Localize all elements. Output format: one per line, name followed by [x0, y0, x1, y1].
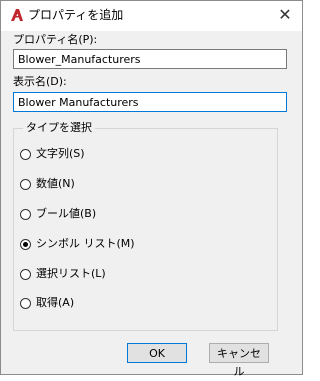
dialog-title: プロパティを追加 [28, 8, 124, 22]
radio-selection-list[interactable]: 選択リスト(L) [20, 266, 106, 282]
radio-retrieve[interactable]: 取得(A) [20, 295, 74, 311]
property-name-label: プロパティ名(P): [13, 33, 98, 46]
close-icon: ✕ [278, 5, 292, 24]
radio-label: 数値(N) [36, 177, 75, 190]
radio-string[interactable]: 文字列(S) [20, 146, 85, 162]
close-button[interactable]: ✕ [274, 4, 296, 26]
ok-button[interactable]: OK [127, 343, 187, 363]
radio-number[interactable]: 数値(N) [20, 176, 75, 192]
radio-symbol-list[interactable]: シンボル リスト(M) [20, 236, 135, 252]
add-property-dialog: プロパティを追加 ✕ プロパティ名(P): 表示名(D): タイプを選択 文字列… [0, 0, 303, 378]
radio-label: シンボル リスト(M) [36, 237, 135, 250]
radio-boolean[interactable]: ブール値(B) [20, 206, 96, 222]
radio-label: 取得(A) [36, 296, 75, 309]
radio-label: 選択リスト(L) [36, 267, 106, 280]
cancel-button[interactable]: キャンセル [209, 343, 269, 378]
title-bar[interactable]: プロパティを追加 ✕ [1, 1, 302, 31]
radio-button[interactable] [20, 148, 31, 160]
radio-button-selected[interactable] [20, 238, 31, 250]
radio-button[interactable] [20, 268, 31, 280]
autocad-icon [11, 9, 23, 21]
radio-button[interactable] [20, 208, 31, 220]
radio-label: ブール値(B) [36, 207, 97, 220]
display-name-label: 表示名(D): [13, 75, 67, 88]
radio-button[interactable] [20, 178, 31, 190]
property-name-input[interactable] [13, 49, 287, 69]
display-name-input[interactable] [13, 92, 287, 112]
select-type-group-title: タイプを選択 [23, 121, 95, 135]
radio-label: 文字列(S) [36, 147, 85, 160]
radio-button[interactable] [20, 297, 31, 309]
